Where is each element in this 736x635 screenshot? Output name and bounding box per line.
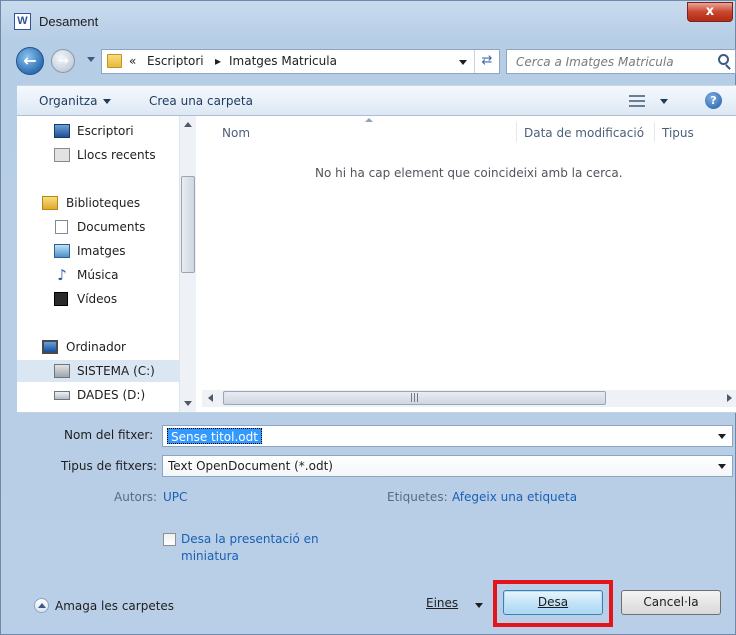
forward-button[interactable]: → [51,49,75,73]
address-bar[interactable]: « Escriptori ▸ Imatges Matricula ⇄ [101,49,500,74]
scroll-thumb[interactable]: ||| [223,391,606,405]
breadcrumb-separator[interactable]: ▸ [215,54,221,68]
libraries-icon [42,196,58,210]
empty-folder-message: No hi ha cap element que coincideixi amb… [315,166,623,180]
nav-item-biblioteques[interactable]: Biblioteques [17,192,179,214]
filetype-value: Text OpenDocument (*.odt) [168,459,333,473]
hide-folders-button[interactable]: Amaga les carpetes [55,599,174,613]
column-divider[interactable] [516,122,517,142]
nav-vertical-scrollbar[interactable] [179,116,196,412]
nav-item-ordinador[interactable]: Ordinador [17,336,179,358]
nav-item-label: Biblioteques [66,196,141,210]
column-header-date[interactable]: Data de modificació [524,126,644,140]
organize-label: Organitza [39,94,98,108]
window-title: Desament [39,14,99,29]
computer-icon [42,340,58,354]
filename-input[interactable]: Sense titol.odt [167,428,262,444]
save-thumbnail-checkbox[interactable] [163,533,176,546]
scroll-up-icon[interactable] [184,122,192,127]
nav-item-label: Documents [77,220,146,234]
scroll-left-icon[interactable] [208,394,213,402]
scroll-thumb[interactable] [181,176,195,273]
browser-panes: Escriptori Llocs recents Biblioteques Do… [17,116,736,413]
nav-item-label: Escriptori [77,124,134,138]
chevron-down-icon [103,99,112,104]
recent-pages-dropdown[interactable] [87,57,95,62]
column-divider[interactable] [654,122,655,142]
save-thumbnail-label[interactable]: Desa la presentació en miniatura [181,531,341,565]
address-dropdown[interactable] [459,60,467,65]
nav-item-sistema-c[interactable]: SISTEMA (C:) [17,360,179,382]
nav-item-label: DADES (D:) [77,388,146,402]
refresh-icon[interactable]: ⇄ [474,50,499,73]
command-bar: Organitza Crea una carpeta ? [17,85,736,116]
column-header-name[interactable]: Nom [222,126,250,140]
scroll-down-icon[interactable] [184,401,192,406]
filename-label: Nom del fitxer: [64,428,153,442]
nav-item-label: Música [77,268,119,282]
change-view-icon[interactable] [629,95,647,107]
tags-field[interactable]: Afegeix una etiqueta [452,490,577,504]
file-list-pane[interactable]: Nom Data de modificació Tipus No hi ha c… [202,116,736,412]
cancel-button[interactable]: Cancel·la [621,590,721,615]
chevron-down-icon[interactable] [718,464,726,469]
nav-item-imatges[interactable]: Imatges [17,240,179,262]
drive-c-icon [54,364,70,378]
search-box[interactable]: Cerca a Imatges Matricula [506,49,736,74]
search-icon[interactable] [718,54,729,65]
title-bar[interactable]: W Desament x [1,1,735,41]
save-button-highlight [493,580,613,627]
tools-label: Eines [426,596,459,610]
navigation-pane: Escriptori Llocs recents Biblioteques Do… [17,116,179,412]
word-app-icon: W [14,13,31,30]
search-input[interactable]: Cerca a Imatges Matricula [516,55,674,69]
nav-item-label: Ordinador [66,340,126,354]
tags-label: Etiquetes: [387,490,448,504]
view-options-dropdown[interactable] [660,99,668,104]
filename-label-text: Nom del fitxer: [64,428,154,442]
help-icon[interactable]: ? [705,92,722,109]
sort-ascending-icon [365,118,373,122]
filename-field[interactable]: Sense titol.odt [162,425,733,447]
music-icon: ♪ [57,266,67,284]
breadcrumb-imatges-matricula[interactable]: Imatges Matricula [229,54,337,68]
nav-item-documents[interactable]: Documents [17,216,179,238]
nav-item-dades-d[interactable]: DADES (D:) [17,384,179,406]
nav-item-musica[interactable]: ♪ Música [17,264,179,286]
back-button[interactable]: ← [16,47,44,75]
nav-item-llocs-recents[interactable]: Llocs recents [17,144,179,166]
tools-menu[interactable]: Eines [426,596,458,610]
file-horizontal-scrollbar[interactable]: ||| [202,390,736,407]
chevron-down-icon[interactable] [718,434,726,439]
breadcrumb-overflow[interactable]: « [129,54,136,68]
new-folder-button[interactable]: Crea una carpeta [149,94,253,108]
filetype-label: Tipus de fitxers: [61,459,157,473]
scroll-right-icon[interactable] [727,394,732,402]
nav-item-escriptori[interactable]: Escriptori [17,120,179,142]
collapse-up-icon[interactable] [34,598,49,613]
images-icon [54,244,70,258]
close-button[interactable]: x [687,2,733,22]
save-dialog: W Desament x ← → « Escriptori ▸ Imatges … [0,0,736,635]
filetype-select[interactable]: Text OpenDocument (*.odt) [162,455,733,477]
nav-item-videos[interactable]: Vídeos [17,288,179,310]
documents-icon [55,220,68,234]
column-header-type[interactable]: Tipus [662,126,694,140]
nav-item-label: SISTEMA (C:) [77,364,155,378]
recent-places-icon [54,148,70,162]
folder-icon [107,54,122,68]
nav-item-label: Imatges [77,244,126,258]
drive-d-icon [54,391,70,400]
desktop-icon [54,124,70,138]
breadcrumb-escriptori[interactable]: Escriptori [147,54,204,68]
authors-label: Autors: [114,490,158,504]
chevron-down-icon[interactable] [475,603,483,608]
authors-field[interactable]: UPC [163,490,187,504]
filetype-label-text: Tipus de fitxers: [61,459,158,473]
nav-item-label: Vídeos [77,292,118,306]
nav-item-label: Llocs recents [77,148,156,162]
organize-menu[interactable]: Organitza [39,94,112,108]
videos-icon [54,292,68,306]
